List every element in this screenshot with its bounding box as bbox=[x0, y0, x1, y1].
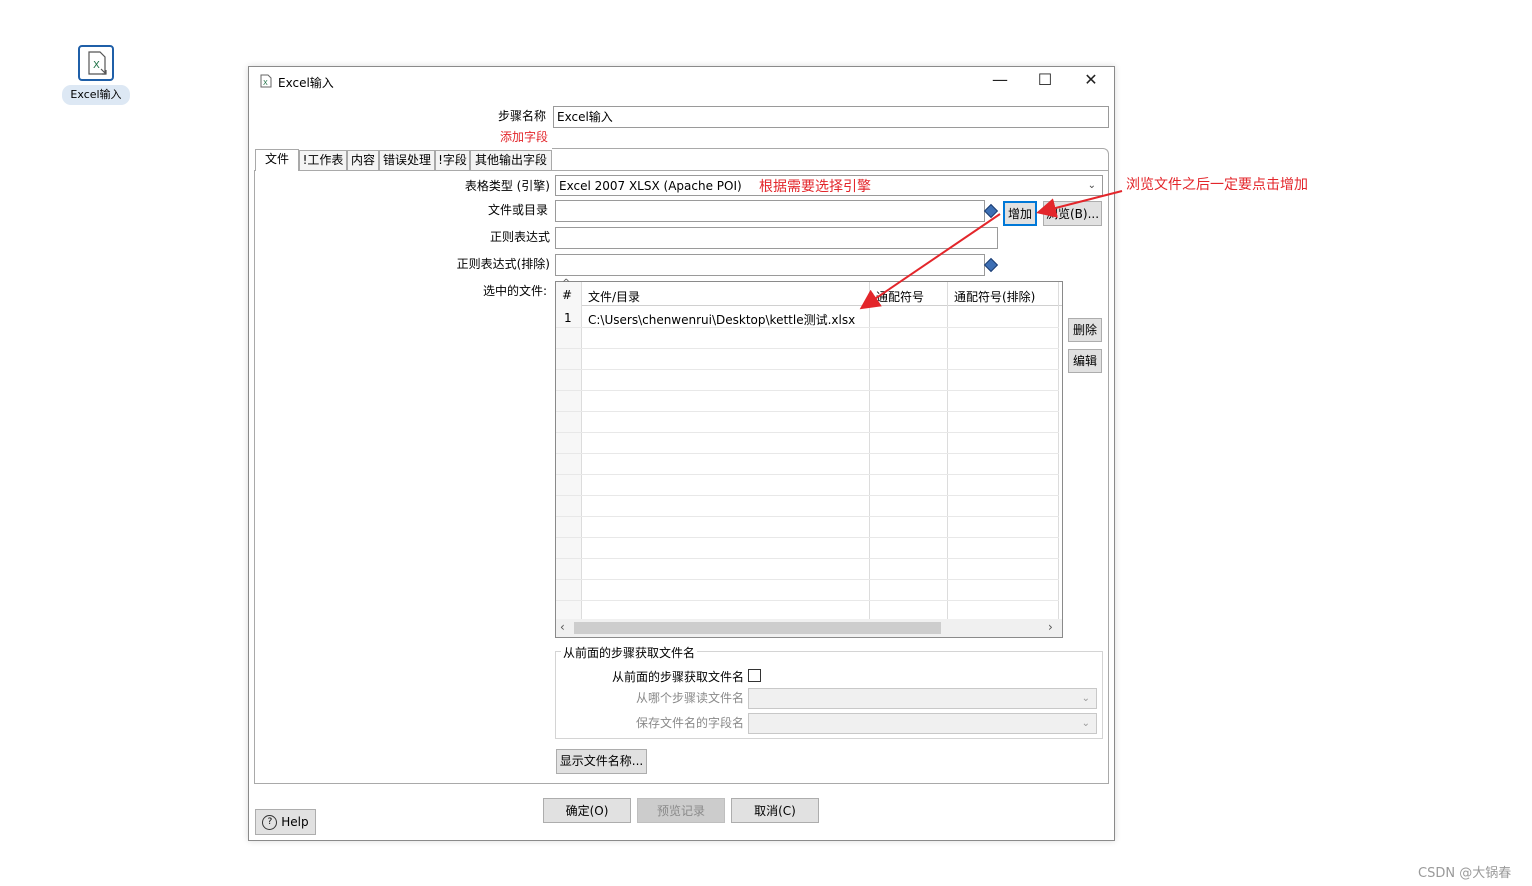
arrow-to-file-row bbox=[859, 213, 1001, 310]
watermark: CSDN @大锅春 bbox=[1418, 866, 1512, 881]
arrow-to-add-button bbox=[1036, 190, 1123, 218]
annotation-arrows bbox=[859, 190, 1123, 310]
add-annotation: 浏览文件之后一定要点击增加 bbox=[1126, 177, 1308, 193]
